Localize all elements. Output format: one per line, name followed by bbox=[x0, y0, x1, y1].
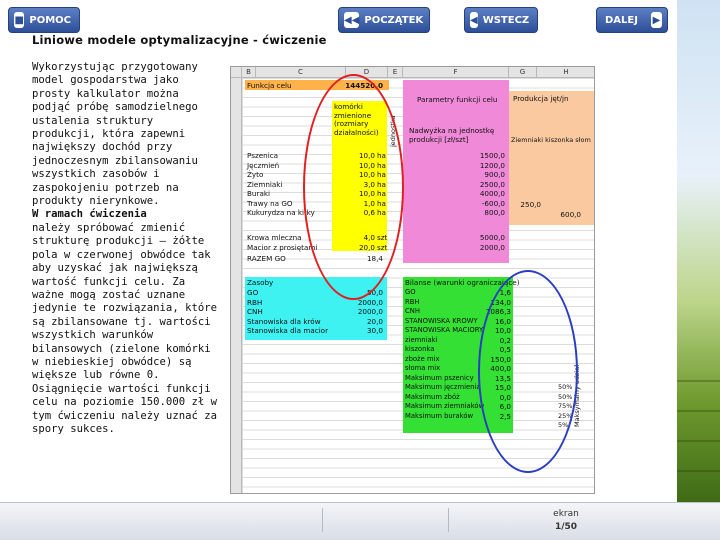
crop-param: 1500,0 bbox=[479, 151, 505, 160]
peach-value-2: 600,0 bbox=[560, 210, 581, 219]
razem-label: RAZEM GO bbox=[247, 254, 286, 263]
balance-name: STANOWISKA KROWY bbox=[405, 316, 478, 325]
rewind-icon: ◀◀ bbox=[344, 12, 360, 28]
crop-param: 4000,0 bbox=[479, 189, 505, 198]
balance-name: Maksimum ziemniaków bbox=[405, 402, 485, 410]
balance-name: STANOWISKA MACIORY bbox=[405, 326, 484, 334]
resource-name: GO bbox=[247, 288, 259, 297]
resource-name: Stanowiska dla macior bbox=[247, 326, 329, 335]
resources-label: Zasoby bbox=[247, 278, 274, 287]
balance-name: ziemniaki bbox=[405, 335, 438, 344]
peach-value-1: 250,0 bbox=[520, 200, 541, 209]
crop-param: 2500,0 bbox=[479, 179, 505, 189]
corner-header bbox=[231, 67, 242, 78]
col-header-c: C bbox=[256, 67, 346, 78]
col-header-h: H bbox=[537, 67, 594, 78]
resource-value: 30,0 bbox=[366, 326, 383, 335]
col-header-f: F bbox=[403, 67, 509, 78]
animal-param: 5000,0 bbox=[479, 233, 505, 242]
page-number: 1/50 bbox=[554, 522, 578, 532]
paragraph-intro: Wykorzystując przygotowany model gospoda… bbox=[32, 61, 198, 208]
start-button-label: POCZĄTEK bbox=[364, 14, 424, 26]
resource-name: Stanowiska dla krów bbox=[247, 316, 321, 326]
animal-name: Macior z prosiętami bbox=[247, 242, 318, 252]
resource-value: 20,0 bbox=[366, 316, 383, 326]
blue-outline-circle bbox=[478, 270, 578, 473]
page-indicator-label: ekran bbox=[553, 509, 579, 519]
paragraph-exercise-heading: W ramach ćwiczenia bbox=[32, 208, 147, 221]
balance-name: Maksimum pszenicy bbox=[405, 373, 474, 382]
start-button[interactable]: ◀◀ POCZĄTEK bbox=[338, 7, 430, 33]
balance-name: słoma mix bbox=[405, 364, 441, 372]
crop-param: 900,0 bbox=[484, 170, 505, 179]
instruction-text: Wykorzystując przygotowany model gospoda… bbox=[32, 61, 222, 436]
help-button[interactable]: ■ POMOC bbox=[8, 7, 80, 33]
resource-value: 2000,0 bbox=[357, 307, 383, 316]
red-outline-circle bbox=[303, 74, 404, 300]
balance-name: RBH bbox=[405, 297, 420, 306]
funkcja-celu-label: Funkcja celu bbox=[247, 81, 292, 90]
slide-title: Liniowe modele optymalizacyjne - ćwiczen… bbox=[32, 33, 327, 47]
help-button-label: POMOC bbox=[29, 14, 71, 26]
paragraph-exercise: należy spróbować zmienić strukturę produ… bbox=[32, 221, 217, 382]
nav-separator-2 bbox=[448, 508, 449, 532]
help-icon: ■ bbox=[14, 12, 25, 28]
next-button-label: DALEJ bbox=[605, 14, 638, 26]
crop-name: Pszenica bbox=[247, 151, 279, 160]
balance-name: Maksimum buraków bbox=[405, 411, 474, 420]
production-subheaders: Ziemniaki kiszonka słom bbox=[511, 136, 591, 144]
crop-param: -600,0 bbox=[481, 198, 505, 208]
surplus-label: Nadwyżka na jednostkę produkcji [zł/szt] bbox=[409, 126, 495, 144]
production-label: Produkcja jęt/jn bbox=[513, 94, 569, 103]
params-label: Parametry funkcji celu bbox=[417, 95, 498, 104]
back-button-label: WSTECZ bbox=[482, 14, 530, 26]
paragraph-success: Osiągnięcie wartości funkcji celu na poz… bbox=[32, 382, 217, 435]
slide-content: Liniowe modele optymalizacyjne - ćwiczen… bbox=[0, 0, 677, 502]
nav-separator-1 bbox=[322, 508, 323, 532]
field-photo bbox=[677, 0, 720, 502]
balance-name: Maksimum jęczmienia bbox=[405, 383, 481, 391]
page-indicator: ekran 1/50 bbox=[548, 508, 584, 534]
back-button[interactable]: ◀ WSTECZ bbox=[464, 7, 538, 33]
crop-name: Trawy na GO bbox=[247, 198, 293, 208]
crop-param: 800,0 bbox=[484, 208, 505, 217]
animal-name: Krowa mleczna bbox=[247, 233, 302, 242]
balance-name: GO bbox=[405, 288, 416, 296]
balance-name: kiszonka bbox=[405, 345, 435, 353]
balance-name: zboże mix bbox=[405, 354, 440, 363]
next-button[interactable]: DALEJ ▶ bbox=[596, 7, 668, 33]
crop-name: Jęczmień bbox=[247, 160, 280, 170]
crop-param: 1200,0 bbox=[479, 160, 505, 170]
navigation-bar bbox=[0, 502, 720, 540]
balance-name: Maksimum zbóż bbox=[405, 392, 460, 401]
balance-name: CNH bbox=[405, 307, 420, 315]
resource-name: CNH bbox=[247, 307, 263, 316]
crop-name: Żyto bbox=[247, 170, 264, 179]
col-header-g: G bbox=[509, 67, 537, 78]
col-header-e: E bbox=[388, 67, 403, 78]
resource-name: RBH bbox=[247, 297, 263, 307]
row-gutter bbox=[231, 78, 242, 493]
animal-param: 2000,0 bbox=[479, 242, 505, 252]
back-arrow-icon: ◀ bbox=[470, 12, 478, 28]
crop-name: Ziemniaki bbox=[247, 179, 283, 189]
col-header-b: B bbox=[242, 67, 256, 78]
next-arrow-icon: ▶ bbox=[650, 12, 662, 28]
crop-name: Buraki bbox=[247, 189, 271, 198]
